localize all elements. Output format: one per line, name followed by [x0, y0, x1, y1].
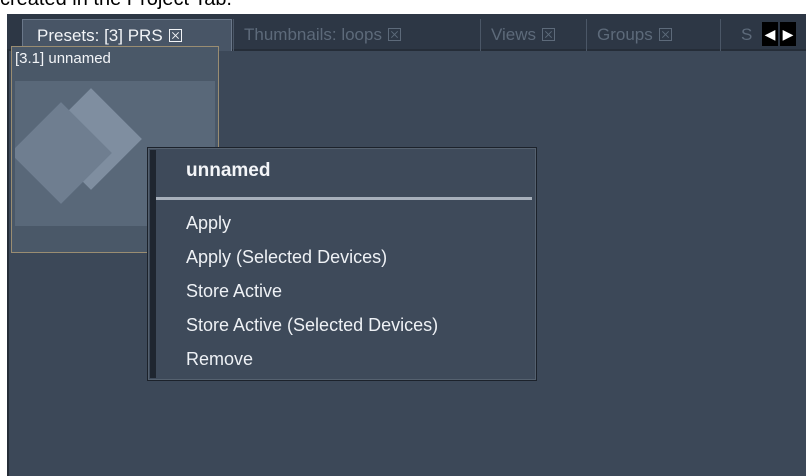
triangle-right-icon: ▶ — [782, 26, 794, 42]
tab-truncated-label: S — [741, 25, 753, 44]
tab-thumbnails-label: Thumbnails: loops — [244, 25, 382, 44]
tab-thumbnails[interactable]: Thumbnails: loops — [233, 19, 470, 51]
tab-truncated[interactable]: S — [720, 19, 764, 51]
context-menu-separator — [156, 197, 532, 200]
tab-groups-label: Groups — [597, 25, 653, 44]
scroll-tabs-right-button[interactable]: ▶ — [780, 22, 796, 46]
preset-tile-label: [3.1] unnamed — [15, 50, 111, 67]
tab-views-label: Views — [491, 25, 537, 44]
tab-groups[interactable]: Groups — [586, 19, 706, 51]
close-icon[interactable] — [658, 28, 672, 42]
caption-text: created in the Project Tab. — [0, 0, 232, 12]
scroll-tabs-left-button[interactable]: ◀ — [762, 22, 778, 46]
menu-item-remove[interactable]: Remove — [186, 344, 253, 374]
close-icon[interactable] — [168, 29, 182, 43]
menu-item-apply[interactable]: Apply — [186, 208, 231, 238]
context-menu-strip — [150, 150, 156, 378]
context-menu: unnamed Apply Apply (Selected Devices) S… — [147, 147, 537, 381]
menu-item-apply-selected-devices[interactable]: Apply (Selected Devices) — [186, 242, 387, 272]
context-menu-title: unnamed — [186, 160, 271, 181]
triangle-left-icon: ◀ — [764, 26, 776, 42]
tab-views[interactable]: Views — [480, 19, 579, 51]
menu-item-store-active-selected-devices[interactable]: Store Active (Selected Devices) — [186, 310, 438, 340]
close-icon[interactable] — [542, 28, 556, 42]
tab-presets-label: Presets: [3] PRS — [37, 26, 163, 45]
menu-item-store-active[interactable]: Store Active — [186, 276, 282, 306]
close-icon[interactable] — [387, 28, 401, 42]
